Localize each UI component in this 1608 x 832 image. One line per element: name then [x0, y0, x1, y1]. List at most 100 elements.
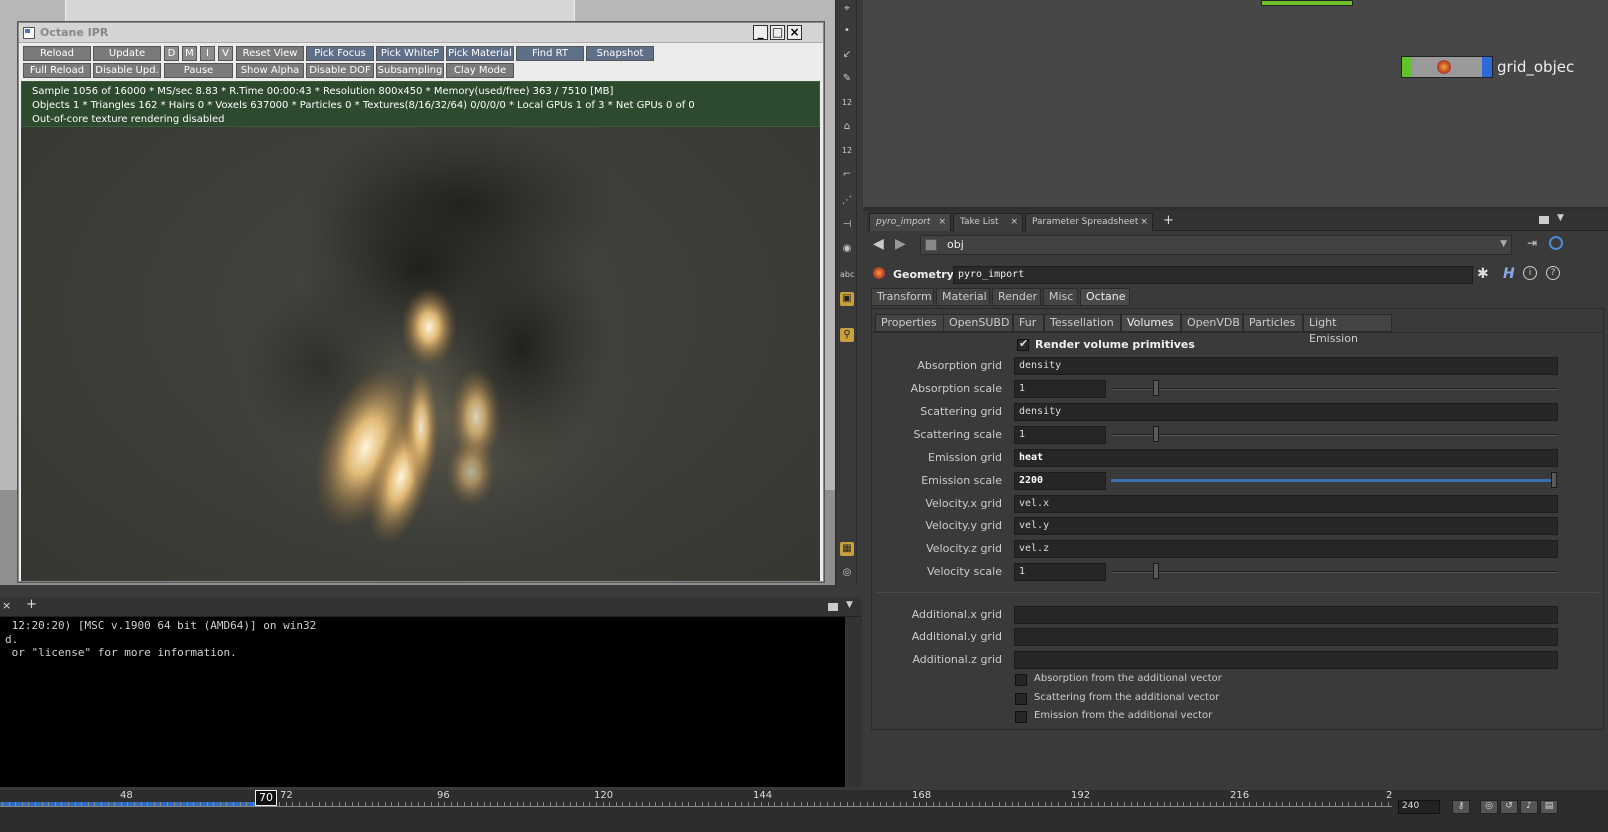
paint-tool-icon[interactable]: ⌂ [840, 120, 854, 134]
additional-x-grid-field[interactable] [1014, 606, 1558, 624]
tab-opensubd[interactable]: OpenSUBD [943, 314, 1013, 332]
disable-update-button[interactable]: Disable Upd. [93, 63, 161, 78]
emission-grid-field[interactable]: heat [1014, 449, 1558, 467]
tab-transform[interactable]: Transform [871, 288, 934, 306]
text-tool-icon[interactable]: abc [840, 268, 854, 282]
scattering-scale-field[interactable]: 1 [1014, 426, 1106, 444]
pin-tool-icon[interactable]: ⚲ [840, 328, 854, 342]
emission-scale-slider[interactable] [1111, 479, 1553, 482]
pen-tool-icon[interactable]: ✎ [840, 72, 854, 86]
additional-y-grid-field[interactable] [1014, 628, 1558, 646]
target-icon[interactable]: ◎ [1480, 800, 1498, 814]
tab-material[interactable]: Material [936, 288, 990, 306]
reload-button[interactable]: Reload [23, 46, 91, 61]
find-rt-button[interactable]: Find RT [516, 46, 584, 61]
tab-fur[interactable]: Fur [1013, 314, 1044, 332]
tab-take-list[interactable]: Take List × [953, 213, 1023, 231]
tab-misc[interactable]: Misc [1043, 288, 1078, 306]
render-volume-checkbox[interactable]: ✔ [1017, 337, 1029, 351]
full-reload-button[interactable]: Full Reload [23, 63, 91, 78]
v-button[interactable]: V [218, 46, 233, 61]
image-tool-icon[interactable]: ▣ [840, 292, 854, 306]
scattering-grid-field[interactable]: density [1014, 403, 1558, 421]
chevron-down-icon[interactable]: ▼ [846, 600, 853, 610]
absorption-grid-field[interactable]: density [1014, 357, 1558, 375]
velocity-x-grid-field[interactable]: vel.x [1014, 495, 1558, 513]
select-tool-icon[interactable]: ⌖ [840, 2, 854, 16]
pin-icon[interactable]: ⇥ [1527, 236, 1537, 250]
clay-mode-button[interactable]: Clay Mode [446, 63, 514, 78]
emission-scale-field[interactable]: 2200 [1014, 472, 1106, 490]
tab-properties[interactable]: Properties [875, 314, 944, 332]
tab-light-emission[interactable]: Light Emission [1303, 314, 1392, 345]
close-tab-icon[interactable]: × [2, 599, 11, 612]
key-icon[interactable]: ⚷ [1452, 800, 1470, 814]
disable-dof-button[interactable]: Disable DOF [306, 63, 374, 78]
scattering-scale-knob[interactable] [1153, 426, 1159, 442]
current-frame-marker[interactable]: 70 [255, 790, 277, 806]
absorption-scale-slider[interactable] [1111, 388, 1557, 390]
node-name-field[interactable]: pyro_import [953, 266, 1473, 284]
chevron-down-icon[interactable]: ▼ [1500, 239, 1507, 249]
help-icon[interactable]: ? [1546, 266, 1560, 280]
tab-openvdb[interactable]: OpenVDB [1181, 314, 1243, 332]
pause-button[interactable]: Pause [164, 63, 233, 78]
loop-icon[interactable]: ↺ [1500, 800, 1518, 814]
velocity-scale-field[interactable]: 1 [1014, 563, 1106, 581]
timeline[interactable] [0, 790, 1608, 832]
curve-tool-icon[interactable]: ⌐ [840, 168, 854, 182]
gear-icon[interactable]: ✱ [1477, 266, 1489, 282]
velocity-z-grid-field[interactable]: vel.z [1014, 540, 1558, 558]
path-field[interactable]: obj ▼ [920, 235, 1512, 255]
grid-tool-icon[interactable]: ⋰ [840, 194, 854, 208]
audio-icon[interactable]: ♪ [1520, 800, 1538, 814]
scattering-scale-slider[interactable] [1111, 434, 1557, 436]
minimize-icon[interactable]: _ [753, 25, 768, 40]
snapshot-button[interactable]: Snapshot [586, 46, 654, 61]
close-tab-icon[interactable]: × [938, 214, 946, 230]
chevron-down-icon[interactable]: ▼ [1557, 213, 1564, 223]
brush-tool-icon[interactable]: ↙ [840, 48, 854, 62]
grid-object-node[interactable] [1401, 56, 1493, 78]
additional-z-grid-field[interactable] [1014, 651, 1558, 669]
console-scrollbar[interactable] [845, 617, 862, 787]
link-icon[interactable] [1549, 236, 1563, 250]
absorption-additional-checkbox[interactable] [1015, 674, 1027, 686]
subsampling-button[interactable]: Subsampling [376, 63, 444, 78]
maximize-icon[interactable]: □ [770, 25, 785, 40]
render-view[interactable] [21, 127, 820, 581]
tab-volumes[interactable]: Volumes [1121, 314, 1181, 332]
pane-menu-icon[interactable] [1539, 216, 1549, 224]
scattering-additional-checkbox[interactable] [1015, 693, 1027, 705]
absorption-scale-field[interactable]: 1 [1014, 380, 1106, 398]
velocity-y-grid-field[interactable]: vel.y [1014, 517, 1558, 535]
m-button[interactable]: M [182, 46, 197, 61]
node-stub[interactable] [1261, 0, 1353, 6]
forward-arrow-icon[interactable]: ▶ [895, 236, 906, 252]
info-icon[interactable]: i [1523, 266, 1537, 280]
add-tab-button[interactable]: + [1163, 213, 1174, 228]
tab-octane[interactable]: Octane [1080, 288, 1130, 306]
knife-tool-icon[interactable]: ⊣ [840, 218, 854, 232]
octane-titlebar[interactable]: Octane IPR _ □ × [19, 23, 823, 43]
tab-pyro-import[interactable]: pyro_import × [869, 213, 951, 231]
emission-additional-checkbox[interactable] [1015, 711, 1027, 723]
close-tab-icon[interactable]: × [1140, 214, 1148, 230]
python-console[interactable]: 12:20:20) [MSC v.1900 64 bit (AMD64)] on… [0, 617, 845, 787]
numbered-tool-icon[interactable]: 12 [840, 96, 854, 110]
velocity-scale-slider[interactable] [1111, 571, 1557, 573]
layout-tool-icon[interactable]: ▦ [840, 542, 854, 556]
update-button[interactable]: Update [93, 46, 161, 61]
tab-tessellation[interactable]: Tessellation [1044, 314, 1121, 332]
close-icon[interactable]: × [787, 25, 802, 40]
absorption-scale-knob[interactable] [1153, 380, 1159, 396]
tab-parameter-spreadsheet[interactable]: Parameter Spreadsheet × [1025, 213, 1153, 231]
add-tab-icon[interactable]: + [26, 597, 37, 612]
pane-menu-icon[interactable] [828, 603, 838, 611]
network-editor[interactable]: grid_objec [863, 0, 1608, 207]
houdini-help-icon[interactable]: H [1503, 266, 1515, 282]
back-arrow-icon[interactable]: ◀ [873, 236, 884, 252]
end-frame-field[interactable]: 240 [1398, 800, 1440, 814]
console-splitter[interactable] [0, 585, 862, 597]
d-button[interactable]: D [164, 46, 179, 61]
